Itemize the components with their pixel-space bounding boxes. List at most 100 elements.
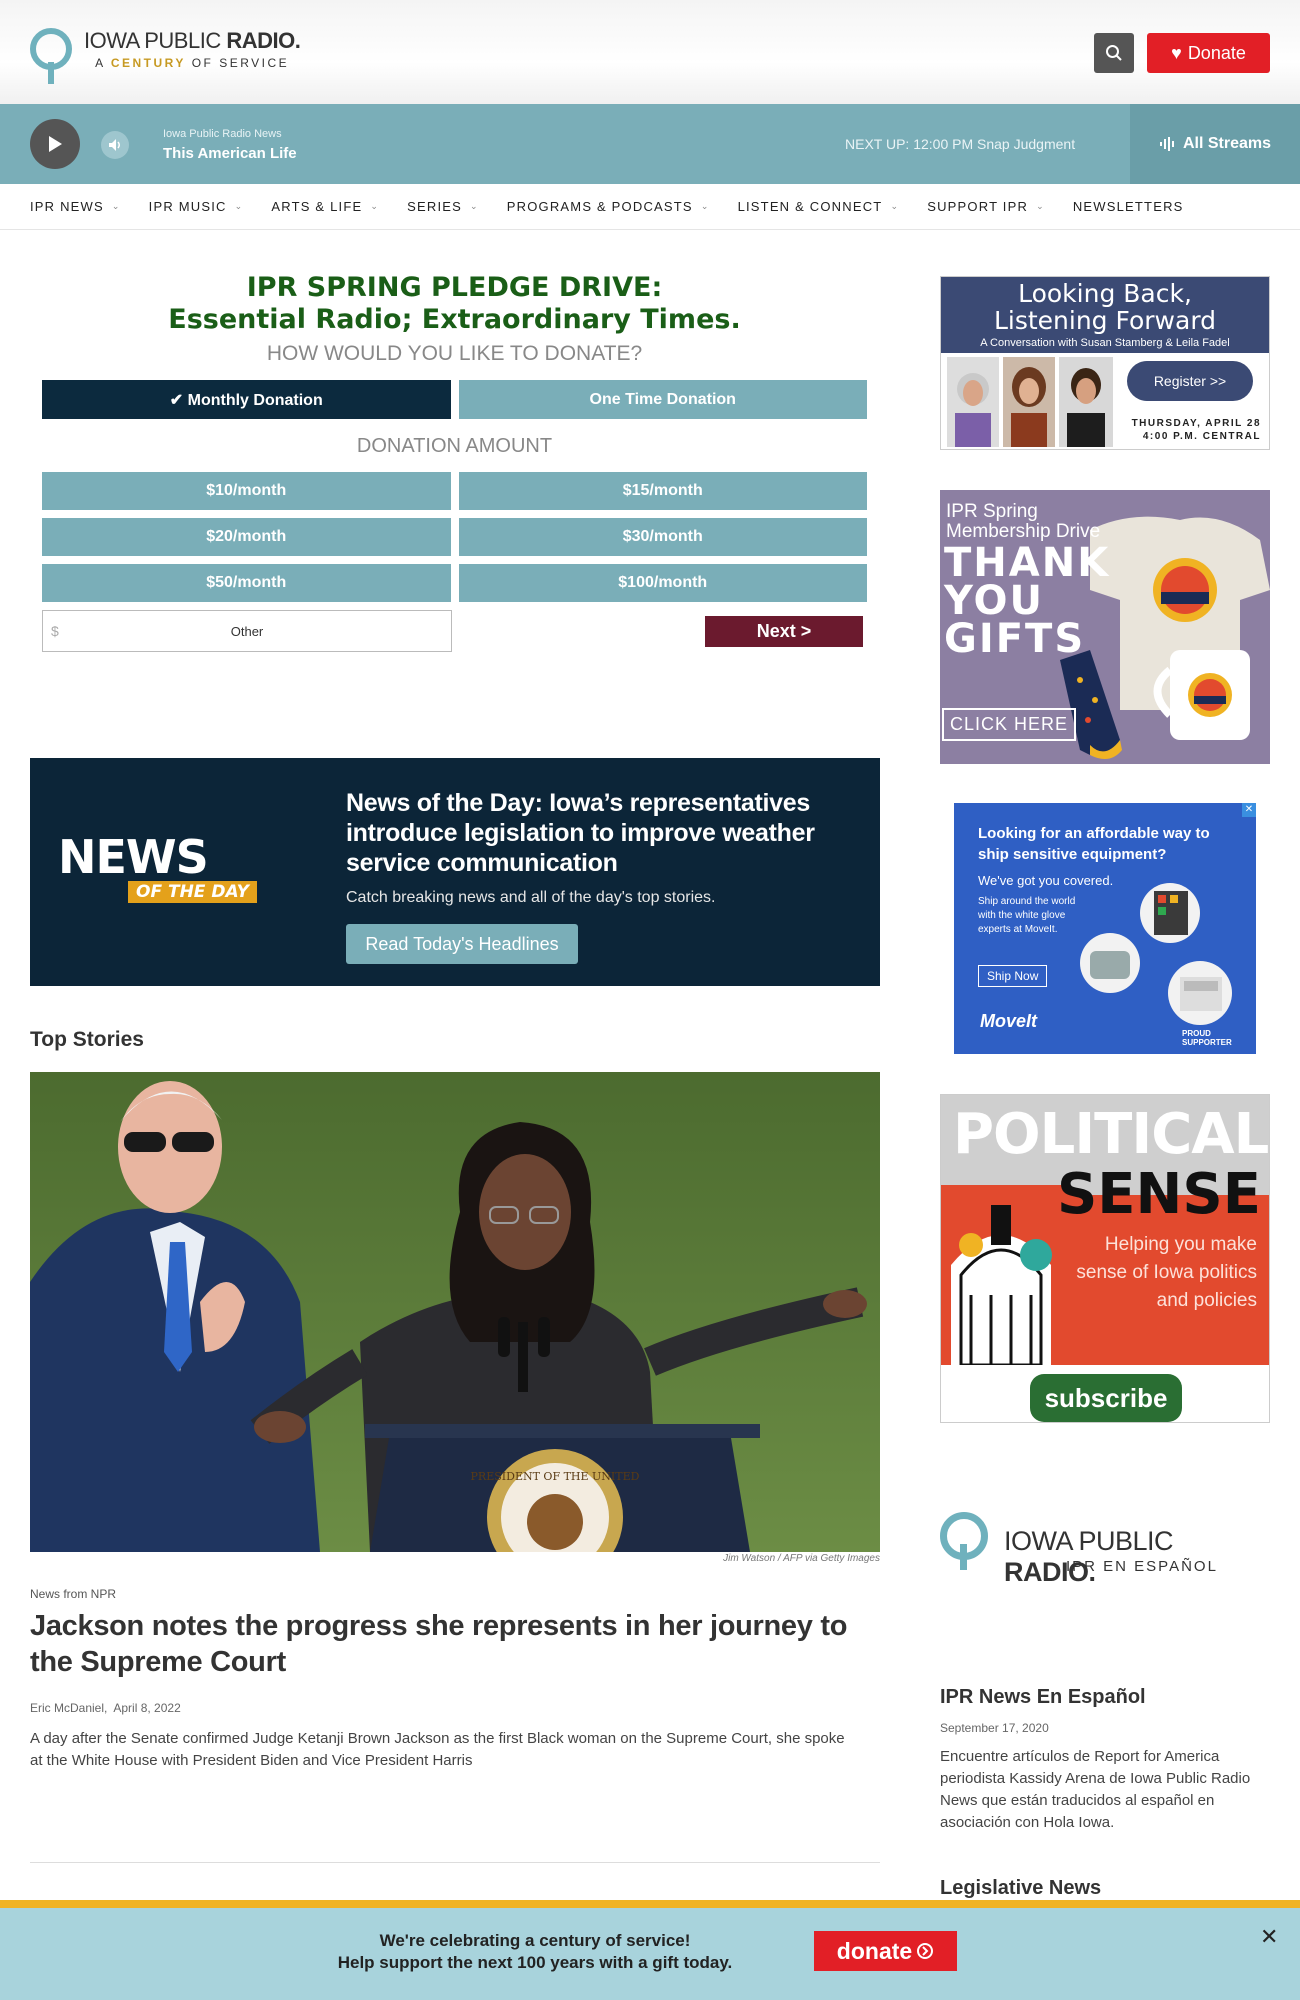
next-button[interactable]: Next > xyxy=(705,615,863,647)
ad1-subheading: A Conversation with Susan Stamberg & Lei… xyxy=(980,337,1230,349)
other-amount-placeholder: Other xyxy=(230,623,264,639)
search-button[interactable] xyxy=(1094,33,1134,73)
nav-item-arts-life[interactable]: ARTS & LIFE ⌄ xyxy=(271,199,379,214)
nav-item-ipr-music[interactable]: IPR MUSIC ⌄ xyxy=(149,199,244,214)
donate-button[interactable]: ♥ Donate xyxy=(1147,33,1270,73)
play-icon xyxy=(49,136,62,152)
read-headlines-button[interactable]: Read Today's Headlines xyxy=(346,924,578,964)
search-icon xyxy=(1106,45,1122,61)
story-source[interactable]: News from NPR xyxy=(30,1587,116,1601)
story-image[interactable]: PRESIDENT OF THE UNITED xyxy=(30,1072,880,1552)
register-button[interactable]: Register >> xyxy=(1127,361,1253,401)
ad2-heading: IPR Spring Membership Drive xyxy=(946,501,1101,542)
story-date: April 8, 2022 xyxy=(113,1701,181,1715)
moveit-logo: MoveIt xyxy=(980,1011,1038,1031)
chevron-down-icon: ⌄ xyxy=(470,201,479,211)
pledge-form: IPR SPRING PLEDGE DRIVE: Essential Radio;… xyxy=(42,272,867,652)
amount-10-button[interactable]: $10/month xyxy=(42,472,451,510)
thank-you-gifts-ad[interactable]: IPR Spring Membership Drive THANK YOU GIFTS… xyxy=(940,490,1270,764)
ad4-political: POLITICAL xyxy=(953,1102,1269,1167)
banner-message: We're celebrating a century of service! H… xyxy=(337,1931,733,1972)
arrow-circle-icon xyxy=(917,1943,934,1959)
news-of-the-day-logo-sub: OF THE DAY xyxy=(128,881,257,903)
ad1-portraits xyxy=(947,357,1113,447)
es-story-teaser: Encuentre artículos de Report for Americ… xyxy=(940,1748,1251,1831)
ad-close-icon[interactable]: ✕ xyxy=(1242,803,1256,817)
player-station: Iowa Public Radio News xyxy=(163,128,282,140)
nav-item-listen-connect[interactable]: LISTEN & CONNECT ⌄ xyxy=(738,199,900,214)
audio-player: Iowa Public Radio News This American Lif… xyxy=(0,104,1300,184)
nav-item-support-ipr[interactable]: SUPPORT IPR ⌄ xyxy=(927,199,1045,214)
ipr-es-subtitle: IPR EN ESPAÑOL xyxy=(1066,1558,1218,1575)
chevron-down-icon: ⌄ xyxy=(234,201,244,211)
chevron-down-icon: ⌄ xyxy=(890,201,900,211)
click-here-button[interactable]: CLICK HERE xyxy=(942,708,1077,741)
ipr-es-wordmark: IOWA PUBLIC RADIO. xyxy=(1004,1526,1174,1587)
amount-50-button[interactable]: $50/month xyxy=(42,564,451,602)
player-show-title: This American Life xyxy=(163,145,297,162)
subscribe-button[interactable]: subscribe xyxy=(1030,1374,1182,1422)
speaker-icon xyxy=(109,139,120,151)
logo-tagline: A CENTURY OF SERVICE xyxy=(95,56,290,70)
nav-item-series[interactable]: SERIES ⌄ xyxy=(407,199,479,214)
amount-100-button[interactable]: $100/month xyxy=(458,564,867,602)
donation-amount-title: DONATION AMOUNT xyxy=(356,435,553,457)
play-button[interactable] xyxy=(30,119,80,169)
donate-button-label: Donate xyxy=(1187,42,1246,63)
equipment-illustration xyxy=(1080,883,1232,1025)
waveform-icon xyxy=(1159,137,1174,151)
amount-30-button[interactable]: $30/month xyxy=(458,518,867,556)
nav-item-newsletters[interactable]: NEWSLETTERS xyxy=(1073,199,1184,214)
next-up-text: NEXT UP: 12:00 PM Snap Judgment xyxy=(845,136,1076,152)
podium-seal-text: PRESIDENT OF THE UNITED xyxy=(471,1470,640,1483)
chevron-down-icon: ⌄ xyxy=(1036,201,1045,211)
news-of-the-day-sub: Catch breaking news and all of the day's… xyxy=(346,889,716,906)
amount-15-button[interactable]: $15/month xyxy=(458,472,867,510)
monthly-donation-tab[interactable]: ✔ Monthly Donation xyxy=(42,380,451,419)
pledge-title: IPR SPRING PLEDGE DRIVE: Essential Radio;… xyxy=(168,272,741,335)
volume-button[interactable] xyxy=(101,131,129,159)
ship-now-button[interactable]: Ship Now xyxy=(978,965,1048,987)
chevron-down-icon: ⌄ xyxy=(111,201,121,211)
story-teaser: A day after the Senate confirmed Judge K… xyxy=(30,1730,845,1769)
news-of-the-day-headline[interactable]: News of the Day: Iowa’s representatives … xyxy=(346,788,846,878)
nav-item-programs-podcasts[interactable]: PROGRAMS & PODCASTS ⌄ xyxy=(507,199,710,214)
story-byline: Eric McDaniel, April 8, 2022 xyxy=(30,1701,181,1715)
amount-20-button[interactable]: $20/month xyxy=(42,518,451,556)
proud-supporter-badge: PROUD SUPPORTER xyxy=(1182,1029,1232,1047)
nav-item-ipr-news[interactable]: IPR NEWS ⌄ xyxy=(30,199,121,214)
ad3-body: Ship around the world with the white glo… xyxy=(978,896,1076,935)
looking-back-ad[interactable]: Looking Back, Listening Forward A Convers… xyxy=(940,276,1270,450)
story-headline[interactable]: Jackson notes the progress she represent… xyxy=(30,1608,880,1680)
divider xyxy=(30,1862,880,1863)
chevron-down-icon: ⌄ xyxy=(370,201,380,211)
ad1-heading: Looking Back, Listening Forward xyxy=(993,279,1217,335)
all-streams-button[interactable]: All Streams xyxy=(1130,104,1300,184)
story-author[interactable]: Eric McDaniel, xyxy=(30,1701,107,1715)
currency-symbol: $ xyxy=(51,623,59,639)
ad1-date: THURSDAY, APRIL 28 4:00 P.M. CENTRAL xyxy=(1131,418,1261,442)
banner-donate-label: donate xyxy=(836,1937,913,1964)
ipr-logo-mark-icon xyxy=(30,28,72,84)
other-amount-input[interactable]: $ Other xyxy=(42,610,452,652)
banner-close-icon[interactable]: ✕ xyxy=(1260,1924,1278,1950)
ad3-headline: Looking for an affordable way to ship se… xyxy=(978,825,1210,863)
photo-credit: Jim Watson / AFP via Getty Images xyxy=(723,1553,880,1564)
banner-donate-button[interactable]: donate xyxy=(814,1931,957,1971)
es-story-title[interactable]: IPR News En Español xyxy=(940,1686,1146,1709)
news-of-the-day-logo: NEWS xyxy=(58,830,209,884)
ipr-en-espanol-logo[interactable]: IOWA PUBLIC RADIO. IPR EN ESPAÑOL xyxy=(940,1510,1270,1587)
top-stories-heading: Top Stories xyxy=(30,1028,144,1051)
site-header: IOWA PUBLIC RADIO. A CENTURY OF SERVICE … xyxy=(0,0,1300,104)
chevron-down-icon: ⌄ xyxy=(700,201,710,211)
one-time-donation-tab[interactable]: One Time Donation xyxy=(458,380,867,419)
ad4-sense: SENSE xyxy=(1056,1162,1261,1227)
all-streams-label: All Streams xyxy=(1182,135,1272,152)
ad2-big-text: THANK YOU GIFTS xyxy=(944,540,1111,662)
moveit-ad[interactable]: ✕ Looking for an affordable way to ship … xyxy=(954,803,1256,1054)
political-sense-ad[interactable]: POLITICAL SENSE Helping you make sense o… xyxy=(940,1094,1270,1423)
ipr-logo[interactable]: IOWA PUBLIC RADIO. A CENTURY OF SERVICE xyxy=(30,28,301,84)
legislative-news-title[interactable]: Legislative News xyxy=(940,1877,1101,1900)
main-nav: IPR NEWS ⌄ IPR MUSIC ⌄ ARTS & LIFE ⌄ SERIES… xyxy=(0,184,1300,230)
capitol-dome-illustration xyxy=(941,1185,1071,1365)
